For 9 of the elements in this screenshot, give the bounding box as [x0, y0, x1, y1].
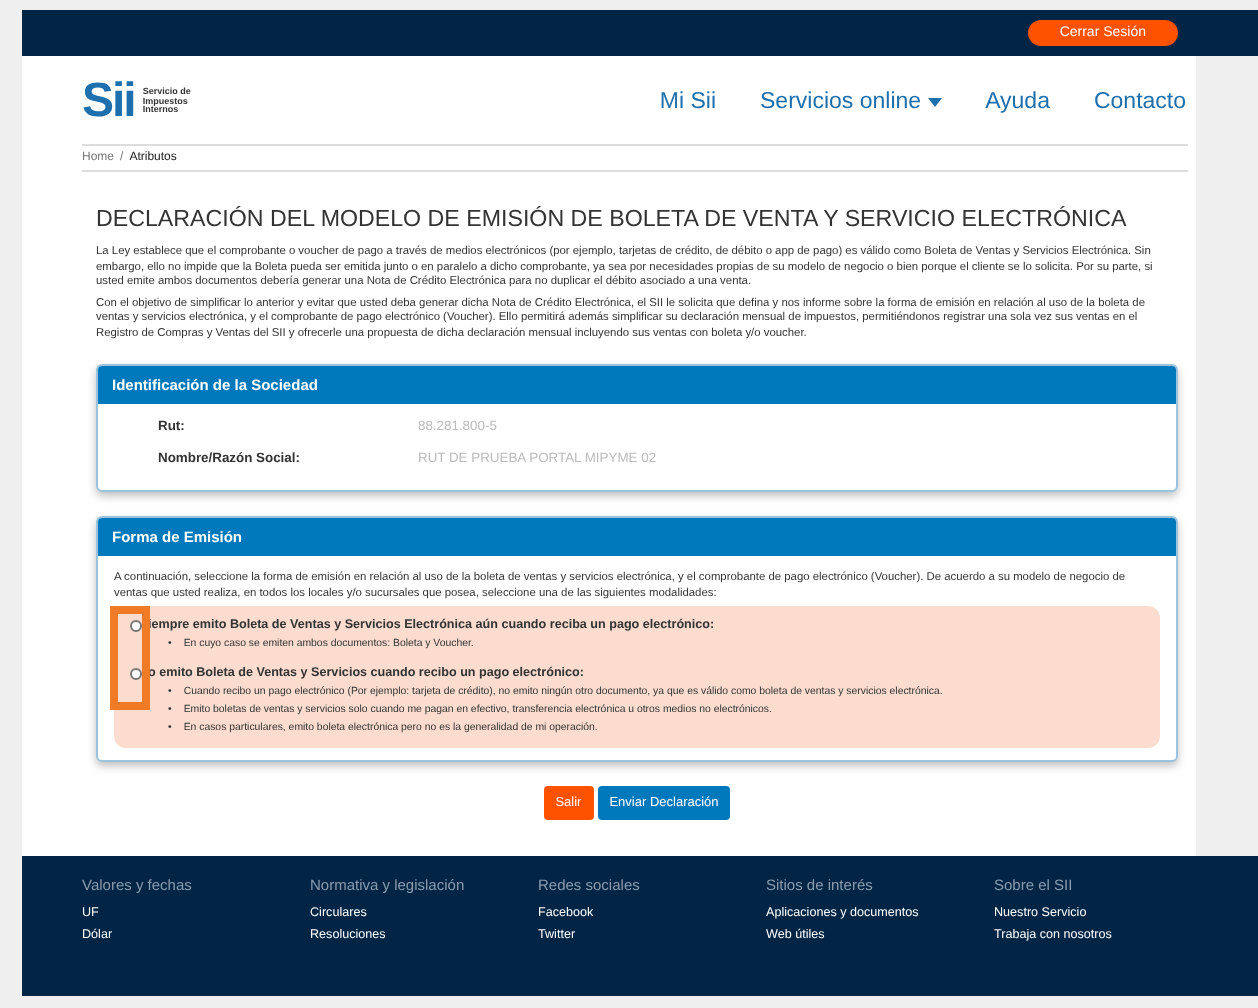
highlight-box: [110, 605, 150, 710]
logo-mark: Sii: [82, 76, 135, 128]
radio-button[interactable]: [130, 619, 142, 632]
page-title: DECLARACIÓN DEL MODELO DE EMISIÓN DE BOLETA DE VENTA Y SERVICIO ELECTRÓNICA: [96, 204, 1129, 234]
nav-link[interactable]: Contacto: [1071, 90, 1208, 114]
nav-link[interactable]: Mi Sii: [637, 90, 739, 114]
nav-link[interactable]: Servicios online: [738, 90, 964, 114]
nav-link[interactable]: Ayuda: [963, 90, 1072, 114]
radio-button[interactable]: [130, 667, 142, 680]
